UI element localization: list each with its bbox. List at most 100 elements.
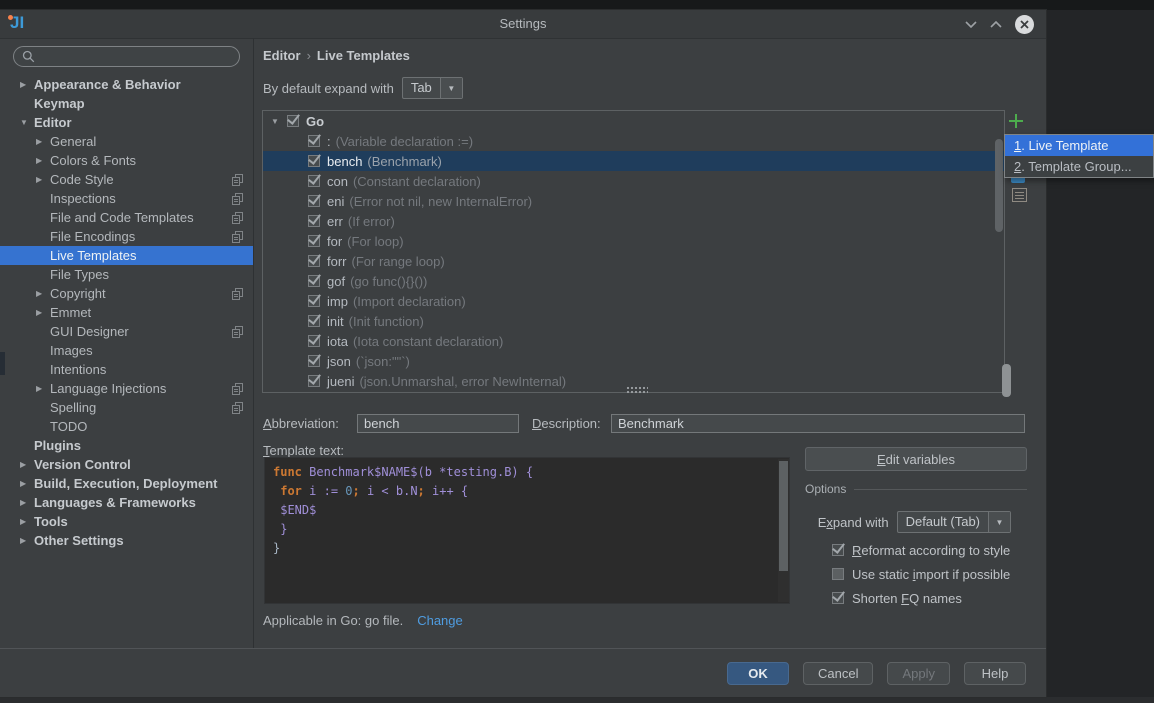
tree-collapsed-arrow-icon[interactable]: ▶ — [36, 132, 50, 151]
tree-collapsed-arrow-icon[interactable]: ▶ — [36, 170, 50, 189]
sidebar-item-code-style[interactable]: ▶ Code Style — [0, 170, 253, 189]
template-item-init[interactable]: init (Init function) — [263, 311, 1004, 331]
tree-collapsed-arrow-icon[interactable]: ▶ — [36, 284, 50, 303]
sidebar-item-emmet[interactable]: ▶ Emmet — [0, 303, 253, 322]
template-item-checkbox[interactable] — [308, 155, 320, 167]
template-item-gof[interactable]: gof (go func(){}()) — [263, 271, 1004, 291]
default-expand-combobox[interactable]: Tab ▼ — [401, 77, 463, 99]
tree-collapsed-arrow-icon[interactable]: ▶ — [36, 379, 50, 398]
template-item-eni[interactable]: eni (Error not nil, new InternalError) — [263, 191, 1004, 211]
template-group-checkbox[interactable] — [287, 115, 299, 127]
shorten-fq-names-checkbox[interactable] — [832, 592, 844, 604]
tree-collapsed-arrow-icon[interactable]: ▶ — [20, 455, 34, 474]
template-item-idx0[interactable]: : (Variable declaration :=) — [263, 131, 1004, 151]
template-item-checkbox[interactable] — [308, 375, 320, 387]
description-input[interactable] — [611, 414, 1025, 433]
template-item-checkbox[interactable] — [308, 295, 320, 307]
sidebar-item-spelling[interactable]: Spelling — [0, 398, 253, 417]
sidebar-item-file-and-code-templates[interactable]: File and Code Templates — [0, 208, 253, 227]
sidebar-item-plugins[interactable]: Plugins — [0, 436, 253, 455]
template-group-go[interactable]: ▼ Go — [263, 111, 1004, 131]
code-scrollbar[interactable] — [778, 459, 789, 602]
sidebar-item-other-settings[interactable]: ▶ Other Settings — [0, 531, 253, 550]
tree-expanded-arrow-icon[interactable]: ▼ — [271, 117, 287, 126]
sidebar-item-general[interactable]: ▶ General — [0, 132, 253, 151]
template-text-editor[interactable]: func Benchmark$NAME$(b *testing.B) { for… — [264, 457, 790, 604]
sidebar-item-file-types[interactable]: File Types — [0, 265, 253, 284]
sidebar-item-keymap[interactable]: Keymap — [0, 94, 253, 113]
template-item-checkbox[interactable] — [308, 255, 320, 267]
template-item-checkbox[interactable] — [308, 235, 320, 247]
tree-collapsed-arrow-icon[interactable]: ▶ — [20, 493, 34, 512]
help-button[interactable]: Help — [964, 661, 1026, 685]
apply-button[interactable]: Apply — [887, 661, 950, 685]
sidebar-item-file-encodings[interactable]: File Encodings — [0, 227, 253, 246]
template-item-err[interactable]: err (If error) — [263, 211, 1004, 231]
copy-icon — [232, 401, 243, 414]
sidebar-item-todo[interactable]: TODO — [0, 417, 253, 436]
sidebar-item-gui-designer[interactable]: GUI Designer — [0, 322, 253, 341]
expand-with-combobox[interactable]: Default (Tab) ▼ — [896, 511, 1011, 533]
sidebar-item-editor[interactable]: ▼ Editor — [0, 113, 253, 132]
sidebar-item-live-templates[interactable]: Live Templates — [0, 246, 253, 265]
template-item-iota[interactable]: iota (Iota constant declaration) — [263, 331, 1004, 351]
ok-button[interactable]: OK — [727, 661, 789, 685]
list-lines-icon[interactable] — [1012, 188, 1027, 202]
sidebar-item-copyright[interactable]: ▶ Copyright — [0, 284, 253, 303]
tree-collapsed-arrow-icon[interactable]: ▶ — [20, 512, 34, 531]
splitter-handle[interactable] — [626, 386, 648, 394]
sidebar-item-tools[interactable]: ▶ Tools — [0, 512, 253, 531]
template-item-for[interactable]: for (For loop) — [263, 231, 1004, 251]
tree-collapsed-arrow-icon[interactable]: ▶ — [20, 474, 34, 493]
sidebar-item-build-execution-deployment[interactable]: ▶ Build, Execution, Deployment — [0, 474, 253, 493]
template-item-checkbox[interactable] — [308, 335, 320, 347]
change-link[interactable]: Change — [417, 613, 463, 628]
breadcrumb-editor[interactable]: Editor — [263, 48, 301, 63]
settings-search-box[interactable] — [13, 46, 240, 67]
live-templates-panel: Editor › Live Templates By default expand … — [254, 38, 1154, 648]
abbreviation-input[interactable] — [357, 414, 519, 433]
sidebar-item-language-injections[interactable]: ▶ Language Injections — [0, 379, 253, 398]
chevron-up-icon[interactable] — [990, 20, 1002, 28]
combo-arrow-icon[interactable]: ▼ — [439, 78, 462, 98]
tree-collapsed-arrow-icon[interactable]: ▶ — [36, 303, 50, 322]
template-item-checkbox[interactable] — [308, 195, 320, 207]
template-item-checkbox[interactable] — [308, 215, 320, 227]
popup-item-2-template-group[interactable]: 2. Template Group... — [1005, 156, 1153, 177]
sidebar-item-appearance-behavior[interactable]: ▶ Appearance & Behavior — [0, 75, 253, 94]
list-scrollbar-thumb[interactable] — [995, 139, 1003, 232]
cancel-button[interactable]: Cancel — [803, 661, 874, 685]
sidebar-item-colors-fonts[interactable]: ▶ Colors & Fonts — [0, 151, 253, 170]
close-button[interactable] — [1015, 14, 1034, 34]
combo-arrow-icon[interactable]: ▼ — [988, 512, 1010, 532]
template-item-imp[interactable]: imp (Import declaration) — [263, 291, 1004, 311]
chevron-down-icon[interactable] — [965, 20, 977, 28]
template-item-checkbox[interactable] — [308, 175, 320, 187]
sidebar-item-intentions[interactable]: Intentions — [0, 360, 253, 379]
edit-variables-button[interactable]: Edit variables — [805, 447, 1027, 471]
add-template-button[interactable] — [1008, 113, 1024, 129]
popup-item-1-live-template[interactable]: 1. Live Template — [1005, 135, 1153, 156]
template-item-checkbox[interactable] — [308, 275, 320, 287]
template-description: (Init function) — [348, 313, 424, 329]
sidebar-item-images[interactable]: Images — [0, 341, 253, 360]
reformat-according-to-style-checkbox[interactable] — [832, 544, 844, 556]
sidebar-item-languages-frameworks[interactable]: ▶ Languages & Frameworks — [0, 493, 253, 512]
tree-expanded-arrow-icon[interactable]: ▼ — [20, 113, 34, 132]
tree-collapsed-arrow-icon[interactable]: ▶ — [20, 531, 34, 550]
template-item-con[interactable]: con (Constant declaration) — [263, 171, 1004, 191]
dialog-titlebar[interactable]: JI Settings — [0, 10, 1046, 39]
tree-collapsed-arrow-icon[interactable]: ▶ — [20, 75, 34, 94]
sidebar-item-version-control[interactable]: ▶ Version Control — [0, 455, 253, 474]
sidebar-item-inspections[interactable]: Inspections — [0, 189, 253, 208]
scrollbar-thumb-secondary[interactable] — [1002, 364, 1011, 397]
template-item-checkbox[interactable] — [308, 315, 320, 327]
tree-collapsed-arrow-icon[interactable]: ▶ — [36, 151, 50, 170]
code-scrollbar-thumb[interactable] — [779, 461, 788, 571]
template-item-bench[interactable]: bench (Benchmark) — [263, 151, 1004, 171]
use-static-import-if-possible-checkbox[interactable] — [832, 568, 844, 580]
template-item-checkbox[interactable] — [308, 135, 320, 147]
template-item-json[interactable]: json (`json:""`) — [263, 351, 1004, 371]
template-item-forr[interactable]: forr (For range loop) — [263, 251, 1004, 271]
template-item-checkbox[interactable] — [308, 355, 320, 367]
